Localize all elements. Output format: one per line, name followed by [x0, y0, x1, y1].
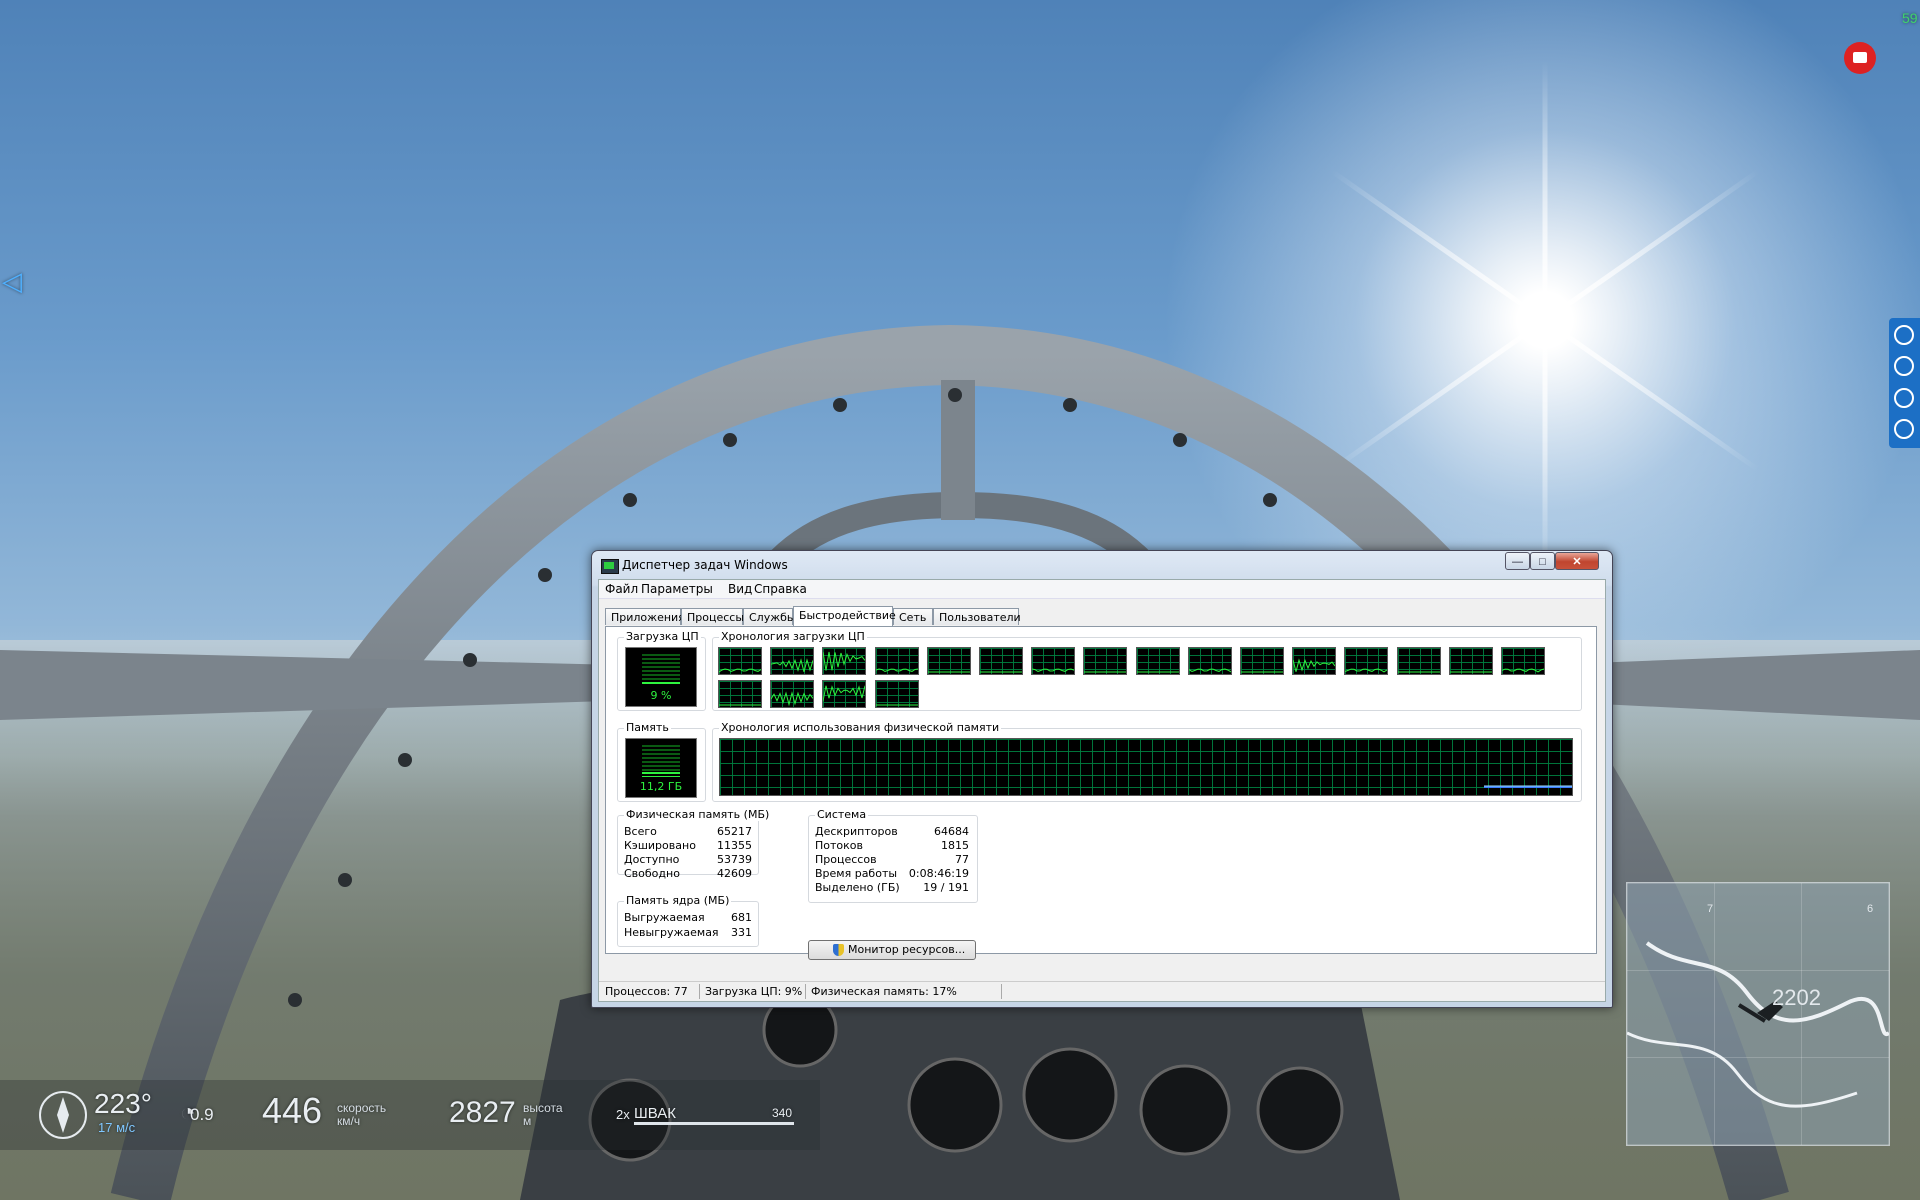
camera-record-icon[interactable]	[1844, 42, 1876, 74]
cpu-core-graph	[718, 680, 762, 708]
tab-network[interactable]: Сеть	[893, 608, 933, 625]
cpu-core-graph	[1501, 647, 1545, 675]
cpu-core-graph	[1292, 647, 1337, 675]
memory-history-line	[1484, 785, 1572, 788]
cpu-usage-label: Загрузка ЦП	[624, 630, 701, 643]
controls-icon[interactable]	[1894, 356, 1914, 376]
altitude-unit: м	[523, 1114, 532, 1128]
cpu-core-graph	[822, 680, 867, 708]
menu-bar: Файл Параметры Вид Справка	[599, 580, 1605, 599]
kernel-memory-group: Память ядра (МБ) Выгружаемая 681 Невыгруж…	[617, 894, 759, 947]
refresh-icon[interactable]	[1894, 325, 1914, 345]
status-cpu: Загрузка ЦП: 9%	[705, 985, 803, 998]
minimap-grid-number: 7	[1707, 903, 1714, 915]
cpu-core-graph	[874, 680, 919, 708]
task-manager-window[interactable]: Диспетчер задач Windows — □ ✕ Файл Парам…	[591, 550, 1613, 1008]
tab-performance[interactable]: Быстродействие	[793, 606, 896, 626]
memory-label: Память	[624, 721, 671, 734]
resource-monitor-label: Монитор ресурсов...	[848, 943, 966, 956]
minimap-altitude: 2202	[1772, 985, 1821, 1010]
cpu-core-graph	[1344, 647, 1389, 675]
uac-shield-icon	[833, 944, 844, 956]
menu-options[interactable]: Параметры	[641, 582, 713, 596]
system-group: Система Дескрипторов 64684 Потоков 1815 Пр…	[808, 808, 978, 903]
speed-readout: 446	[262, 1090, 323, 1131]
cpu-core-graph	[1448, 647, 1493, 675]
menu-file[interactable]: Файл	[605, 582, 638, 596]
cpu-core-graph	[926, 647, 971, 675]
weapon-count: 2x	[616, 1107, 630, 1122]
maximize-button[interactable]: □	[1530, 552, 1555, 570]
cpu-core-graph	[770, 647, 815, 675]
cpu-core-graph	[822, 647, 867, 675]
menu-help[interactable]: Справка	[754, 582, 807, 596]
minimap[interactable]: 7 6 2202	[1626, 882, 1890, 1146]
status-memory: Физическая память: 17%	[811, 985, 957, 998]
kernel-memory-label: Память ядра (МБ)	[624, 894, 732, 907]
minimize-button[interactable]: —	[1505, 552, 1530, 570]
cpu-history-label: Хронология загрузки ЦП	[719, 630, 867, 643]
menu-view[interactable]: Вид	[728, 582, 752, 596]
minimap-terrain	[1627, 941, 1889, 1108]
speed-unit: км/ч	[337, 1114, 361, 1128]
tab-users[interactable]: Пользователи	[933, 608, 1021, 625]
cpu-usage-value: 9 %	[650, 689, 672, 702]
tab-services[interactable]: Службы	[743, 608, 796, 625]
physical-memory-group: Физическая память (МБ) Всего 65217 Кэширо…	[617, 808, 772, 880]
cpu-core-graph	[979, 647, 1023, 675]
status-bar: Процессов: 77 Загрузка ЦП: 9% Физическая…	[599, 981, 1605, 1001]
memory-group: Память 11,2 ГБ	[617, 721, 706, 802]
weapon-ammo: 340	[772, 1106, 793, 1120]
pilot-icon[interactable]	[1894, 388, 1914, 408]
cpu-usage-meter: 9 %	[625, 647, 697, 707]
corner-readout: 59	[1902, 10, 1918, 26]
settings-icon[interactable]	[1894, 419, 1914, 439]
memory-history-label: Хронология использования физической памя…	[719, 721, 1002, 734]
app-icon	[601, 559, 619, 574]
memory-history-graph	[719, 738, 1573, 796]
close-button[interactable]: ✕	[1555, 552, 1599, 570]
wind-readout: 17 м/с	[98, 1120, 136, 1135]
ammo-bar	[634, 1122, 794, 1125]
tab-applications[interactable]: Приложения	[605, 608, 685, 625]
cpu-core-graph	[770, 680, 815, 708]
memory-value: 11,2 ГБ	[639, 780, 683, 793]
tab-processes[interactable]: Процессы	[681, 608, 744, 625]
side-panel	[1889, 318, 1920, 448]
cpu-core-graph	[1240, 647, 1284, 675]
cpu-core-graph	[1396, 647, 1441, 675]
cpu-history-group: Хронология загрузки ЦП	[712, 630, 1582, 711]
cpu-core-graph	[1083, 647, 1128, 675]
cpu-core-graph	[1187, 647, 1232, 675]
heading-readout: 223°	[94, 1088, 152, 1119]
resource-monitor-button[interactable]: Монитор ресурсов...	[808, 940, 976, 960]
target-marker-icon: ◁	[2, 266, 22, 296]
memory-history-group: Хронология использования физической памя…	[712, 721, 1582, 802]
cpu-core-graph	[1031, 647, 1076, 675]
weapon-name: ШВАК	[634, 1105, 676, 1122]
cpu-usage-group: Загрузка ЦП 9 %	[617, 630, 706, 711]
memory-meter: 11,2 ГБ	[625, 738, 697, 798]
altitude-readout: 2827	[449, 1096, 516, 1129]
performance-panel: Загрузка ЦП 9 % Хронология загрузки ЦП П…	[605, 626, 1597, 960]
cpu-usage-fill	[642, 682, 680, 686]
minimap-grid-number: 6	[1867, 903, 1874, 915]
gload-readout: 0.9	[190, 1105, 214, 1124]
compass-icon	[39, 1091, 87, 1139]
system-label: Система	[815, 808, 869, 821]
status-processes: Процессов: 77	[605, 985, 688, 998]
physical-memory-label: Физическая память (МБ)	[624, 808, 772, 821]
cpu-core-graph	[874, 647, 919, 675]
cpu-core-graph	[1135, 647, 1180, 675]
window-client: Файл Параметры Вид Справка Приложения Пр…	[598, 579, 1606, 1002]
window-title: Диспетчер задач Windows	[622, 558, 788, 572]
memory-fill	[642, 772, 680, 777]
cpu-core-graph	[718, 647, 762, 675]
